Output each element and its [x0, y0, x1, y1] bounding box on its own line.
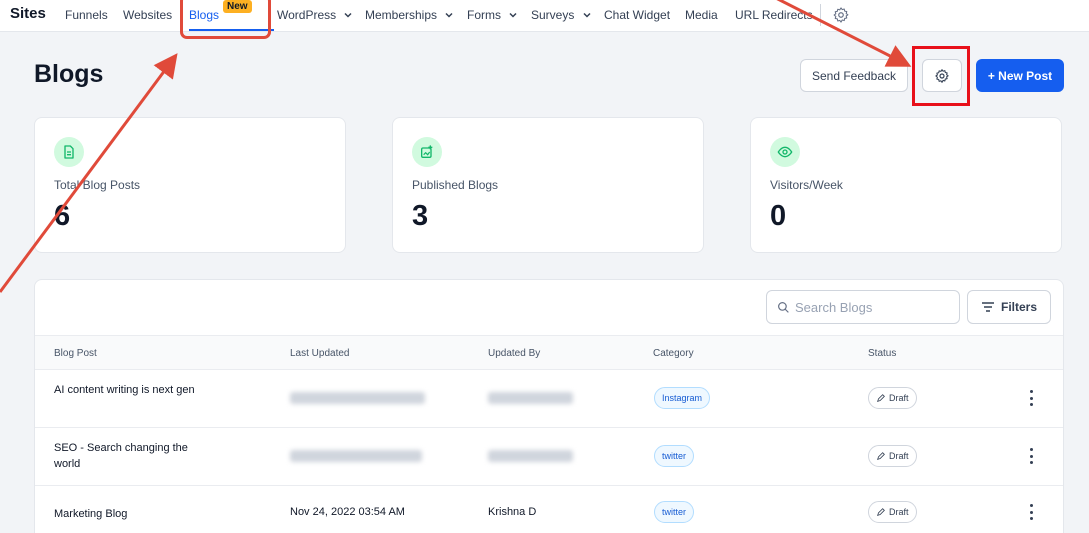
table-row[interactable]: AI content writing is next gen Instagram… — [35, 370, 1063, 428]
blog-post-title[interactable]: SEO - Search changing the world — [54, 440, 204, 472]
stat-value: 6 — [54, 200, 71, 232]
status-label: Draft — [889, 507, 909, 517]
updated-by-redacted — [488, 392, 573, 407]
table-header: Blog Post Last Updated Updated By Catego… — [35, 335, 1063, 370]
nav-item-label: Blogs — [189, 8, 220, 22]
nav-item-forms[interactable]: Forms — [467, 8, 518, 22]
nav-item-wordpress[interactable]: WordPress — [277, 8, 353, 22]
search-icon — [778, 301, 789, 313]
stat-label: Published Blogs — [412, 178, 499, 192]
chevron-down-icon — [583, 12, 591, 18]
column-header-category[interactable]: Category — [653, 348, 694, 359]
chevron-down-icon — [509, 12, 517, 18]
stat-card-total-posts: Total Blog Posts 6 — [34, 117, 346, 253]
gear-icon[interactable] — [832, 6, 850, 24]
status-badge: Draft — [868, 501, 917, 523]
eye-icon — [770, 137, 800, 167]
top-navigation: Sites Funnels Websites Blogs New WordPre… — [0, 0, 1089, 32]
more-actions-icon[interactable] — [1027, 390, 1035, 406]
nav-item-blogs[interactable]: Blogs — [189, 8, 275, 31]
column-header-blog-post[interactable]: Blog Post — [54, 348, 97, 359]
nav-item-label: WordPress — [277, 8, 337, 22]
nav-item-url-redirects[interactable]: URL Redirects — [735, 8, 813, 22]
send-feedback-button[interactable]: Send Feedback — [800, 59, 908, 92]
nav-item-label: Surveys — [531, 8, 575, 22]
stat-label: Visitors/Week — [770, 178, 843, 192]
stat-card-visitors: Visitors/Week 0 — [750, 117, 1062, 253]
brand-title: Sites — [10, 5, 46, 22]
chevron-down-icon — [445, 12, 453, 18]
pencil-icon — [877, 394, 885, 402]
status-badge: Draft — [868, 445, 917, 467]
document-icon — [54, 137, 84, 167]
more-actions-icon[interactable] — [1027, 448, 1035, 464]
updated-by: Krishna D — [488, 506, 537, 518]
filter-icon — [981, 302, 994, 312]
nav-item-label: Memberships — [365, 8, 438, 22]
nav-item-media[interactable]: Media — [685, 8, 718, 22]
table-row[interactable]: SEO - Search changing the world twitter … — [35, 428, 1063, 486]
status-badge: Draft — [868, 387, 917, 409]
new-badge: New — [223, 0, 252, 13]
stat-label: Total Blog Posts — [54, 178, 141, 192]
nav-divider — [820, 4, 821, 26]
last-updated-redacted — [290, 392, 425, 407]
chevron-down-icon — [344, 12, 353, 18]
new-post-button[interactable]: + New Post — [976, 59, 1064, 92]
page-title: Blogs — [34, 60, 104, 88]
nav-item-funnels[interactable]: Funnels — [65, 8, 108, 22]
active-tab-underline — [189, 29, 275, 31]
column-header-last-updated[interactable]: Last Updated — [290, 348, 350, 359]
blog-post-title[interactable]: AI content writing is next gen — [54, 382, 204, 398]
stat-card-published: Published Blogs 3 — [392, 117, 704, 253]
last-updated-redacted — [290, 450, 422, 465]
nav-item-label: Forms — [467, 8, 501, 22]
search-placeholder: Search Blogs — [795, 299, 873, 315]
pencil-icon — [877, 452, 885, 460]
nav-item-label: Media — [685, 8, 718, 22]
filters-button[interactable]: Filters — [967, 290, 1051, 324]
nav-item-chat-widget[interactable]: Chat Widget — [604, 8, 670, 22]
blog-posts-panel: Search Blogs Filters Blog Post Last Upda… — [34, 279, 1064, 533]
published-blog-icon — [412, 137, 442, 167]
blog-settings-button[interactable] — [922, 59, 962, 92]
status-label: Draft — [889, 393, 909, 403]
nav-item-label: URL Redirects — [735, 8, 813, 22]
nav-item-websites[interactable]: Websites — [123, 8, 172, 22]
blog-post-title[interactable]: Marketing Blog — [54, 506, 204, 522]
updated-by-redacted — [488, 450, 573, 465]
pencil-icon — [877, 508, 885, 516]
search-input[interactable]: Search Blogs — [766, 290, 960, 324]
nav-item-memberships[interactable]: Memberships — [365, 8, 454, 22]
nav-item-surveys[interactable]: Surveys — [531, 8, 592, 22]
column-header-updated-by[interactable]: Updated By — [488, 348, 540, 359]
last-updated: Nov 24, 2022 03:54 AM — [290, 506, 405, 518]
stat-value: 3 — [412, 200, 429, 232]
nav-item-label: Chat Widget — [604, 8, 671, 22]
nav-item-label: Funnels — [65, 8, 108, 22]
more-actions-icon[interactable] — [1027, 504, 1035, 520]
category-badge: twitter — [654, 445, 695, 467]
filters-label: Filters — [1000, 300, 1037, 314]
table-row[interactable]: Marketing Blog Nov 24, 2022 03:54 AM Kri… — [35, 486, 1063, 533]
column-header-status[interactable]: Status — [868, 348, 896, 359]
gear-icon — [935, 68, 949, 83]
nav-item-label: Websites — [123, 8, 173, 22]
stat-value: 0 — [770, 200, 787, 232]
status-label: Draft — [889, 451, 909, 461]
category-badge: twitter — [654, 501, 695, 523]
category-badge: Instagram — [654, 387, 711, 409]
